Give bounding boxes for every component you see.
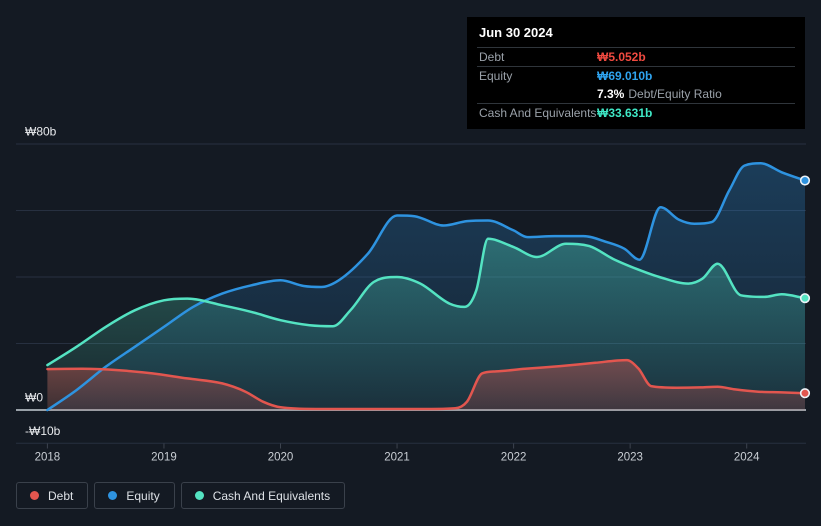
x-axis-label-2021: 2021 — [384, 452, 410, 464]
y-axis-label-80: ₩80b — [25, 125, 57, 139]
cash-dot-icon — [194, 491, 204, 500]
equity-end-dot — [799, 175, 811, 186]
x-axis-label-2023: 2023 — [617, 452, 643, 464]
y-axis-label--10: -₩10b — [25, 424, 61, 438]
tooltip-cash-value: ₩33.631b — [597, 106, 653, 120]
tooltip-debt-label: Debt — [479, 50, 505, 64]
legend: Debt Equity Cash And Equivalents — [16, 482, 346, 509]
equity-dot-icon — [108, 491, 118, 500]
y-axis-label-0: ₩0 — [25, 391, 43, 405]
legend-equity-label: Equity — [126, 488, 160, 503]
legend-item-cash[interactable]: Cash And Equivalents — [180, 482, 346, 509]
tooltip-equity-label: Equity — [479, 69, 513, 83]
tooltip-equity-value: ₩69.010b — [597, 69, 653, 83]
x-axis-label-2024: 2024 — [734, 452, 760, 464]
legend-cash-label: Cash And Equivalents — [212, 488, 331, 503]
tooltip-row-ratio: 7.3% Debt/Equity Ratio — [477, 85, 795, 103]
tooltip-ratio-pct: 7.3% — [597, 87, 625, 101]
legend-debt-label: Debt — [48, 488, 74, 503]
tooltip-ratio: 7.3% Debt/Equity Ratio — [597, 87, 722, 101]
tooltip-debt-value: ₩5.052b — [597, 50, 646, 64]
tooltip: Jun 30 2024 Debt ₩5.052b Equity ₩69.010b… — [467, 17, 805, 129]
debt-equity-history-panel: ₩80b ₩0 -₩10b 2018 2019 2020 2021 2022 2023 2024 … — [0, 0, 821, 526]
legend-item-debt[interactable]: Debt — [16, 482, 89, 509]
tooltip-row-debt: Debt ₩5.052b — [477, 47, 795, 66]
x-axis-label-2020: 2020 — [268, 452, 294, 464]
debt-end-dot — [799, 388, 811, 399]
debt-dot-icon — [30, 491, 39, 500]
x-axis-label-2022: 2022 — [501, 452, 527, 464]
tooltip-ratio-label: Debt/Equity Ratio — [628, 87, 722, 101]
tooltip-cash-label: Cash And Equivalents — [479, 106, 597, 120]
x-axis-label-2019: 2019 — [151, 452, 177, 464]
cash-and-equivalents-end-dot — [799, 293, 811, 304]
tooltip-row-equity: Equity ₩69.010b — [477, 66, 795, 85]
tooltip-date: Jun 30 2024 — [479, 25, 553, 40]
legend-item-equity[interactable]: Equity — [94, 482, 175, 509]
tooltip-row-cash: Cash And Equivalents ₩33.631b — [477, 103, 795, 122]
x-axis-label-2018: 2018 — [35, 452, 61, 464]
